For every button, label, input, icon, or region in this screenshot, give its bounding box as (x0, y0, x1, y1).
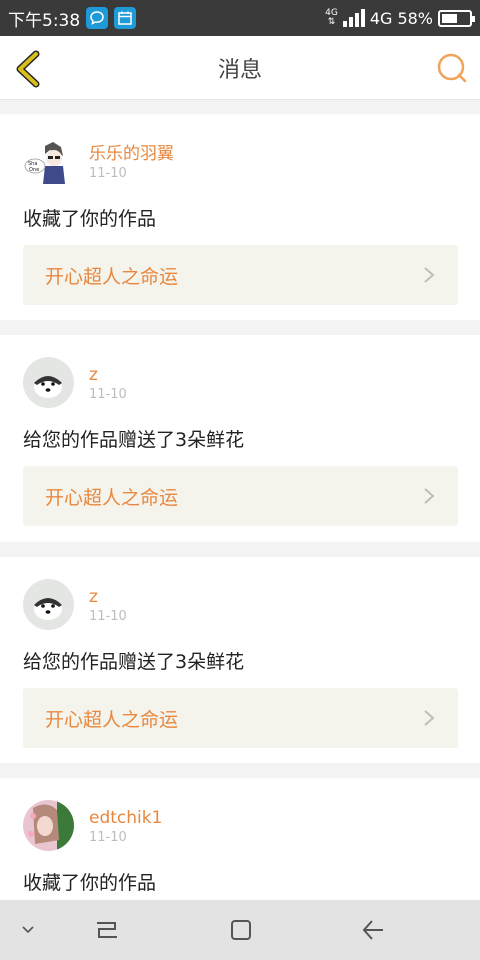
work-link[interactable]: 开心超人之命运 (23, 245, 458, 305)
message-text: 收藏了你的作品 (23, 208, 157, 230)
app-header: 消息 (0, 36, 480, 100)
hide-nav-button[interactable] (14, 915, 42, 945)
message-date: 11-10 (89, 829, 127, 845)
back-arrow-icon (362, 920, 383, 940)
work-title: 开心超人之命运 (45, 708, 179, 731)
system-nav-bar (0, 900, 480, 960)
chevron-down-icon (22, 926, 34, 934)
message-text: 给您的作品赠送了3朵鲜花 (23, 429, 245, 451)
work-link[interactable]: 开心超人之命运 (23, 688, 458, 748)
status-bar: 下午5:38 4G ⇅ 4G 58% (0, 0, 480, 36)
status-time: 下午5:38 (8, 10, 81, 31)
battery-percent: 58% (397, 8, 433, 28)
search-icon (437, 53, 467, 83)
battery-fill (442, 13, 458, 23)
message-date: 11-10 (89, 608, 127, 624)
avatar[interactable] (23, 579, 74, 630)
home-button[interactable] (226, 915, 256, 945)
home-icon (231, 920, 251, 940)
message-list[interactable]: Sha One 乐乐的羽翼 11-10 收藏了你的作品 开心超人之命运 z 11… (0, 100, 480, 900)
data-activity-icon: 4G ⇅ (325, 8, 338, 27)
message-header: z 11-10 (23, 579, 127, 630)
chevron-right-icon (424, 267, 435, 283)
recent-apps-icon (97, 922, 117, 938)
message-text: 给您的作品赠送了3朵鲜花 (23, 651, 245, 673)
username[interactable]: z (89, 586, 127, 608)
work-title: 开心超人之命运 (45, 486, 179, 509)
back-nav-button[interactable] (358, 915, 388, 945)
battery-icon (438, 9, 475, 27)
message-date: 11-10 (89, 165, 127, 181)
network-type: 4G (369, 8, 393, 28)
message-card: z 11-10 给您的作品赠送了3朵鲜花 开心超人之命运 (0, 335, 480, 542)
message-header: z 11-10 (23, 357, 127, 408)
message-card: z 11-10 给您的作品赠送了3朵鲜花 开心超人之命运 (0, 557, 480, 763)
chevron-left-icon (16, 50, 40, 88)
avatar[interactable]: Sha One (23, 136, 74, 187)
chevron-right-icon (424, 710, 435, 726)
calendar-app-icon (114, 7, 137, 29)
message-card: edtchik1 11-10 收藏了你的作品 (0, 778, 480, 900)
work-link[interactable]: 开心超人之命运 (23, 466, 458, 526)
back-button[interactable] (14, 50, 44, 88)
chat-app-icon (86, 7, 109, 29)
page-title: 消息 (217, 57, 262, 83)
message-header: edtchik1 11-10 (23, 800, 162, 851)
search-button[interactable] (436, 52, 468, 84)
message-text: 收藏了你的作品 (23, 872, 157, 894)
network-small-label: 4G (325, 8, 338, 18)
username[interactable]: 乐乐的羽翼 (89, 143, 174, 165)
signal-icon (342, 9, 365, 27)
avatar[interactable] (23, 800, 74, 851)
recent-apps-button[interactable] (92, 915, 122, 945)
chevron-right-icon (424, 488, 435, 504)
username[interactable]: edtchik1 (89, 807, 162, 829)
avatar[interactable] (23, 357, 74, 408)
message-date: 11-10 (89, 386, 127, 402)
work-title: 开心超人之命运 (45, 265, 179, 288)
message-card: Sha One 乐乐的羽翼 11-10 收藏了你的作品 开心超人之命运 (0, 114, 480, 320)
username[interactable]: z (89, 364, 127, 386)
message-header: Sha One 乐乐的羽翼 11-10 (23, 136, 174, 187)
svg-text:One: One (29, 167, 39, 173)
